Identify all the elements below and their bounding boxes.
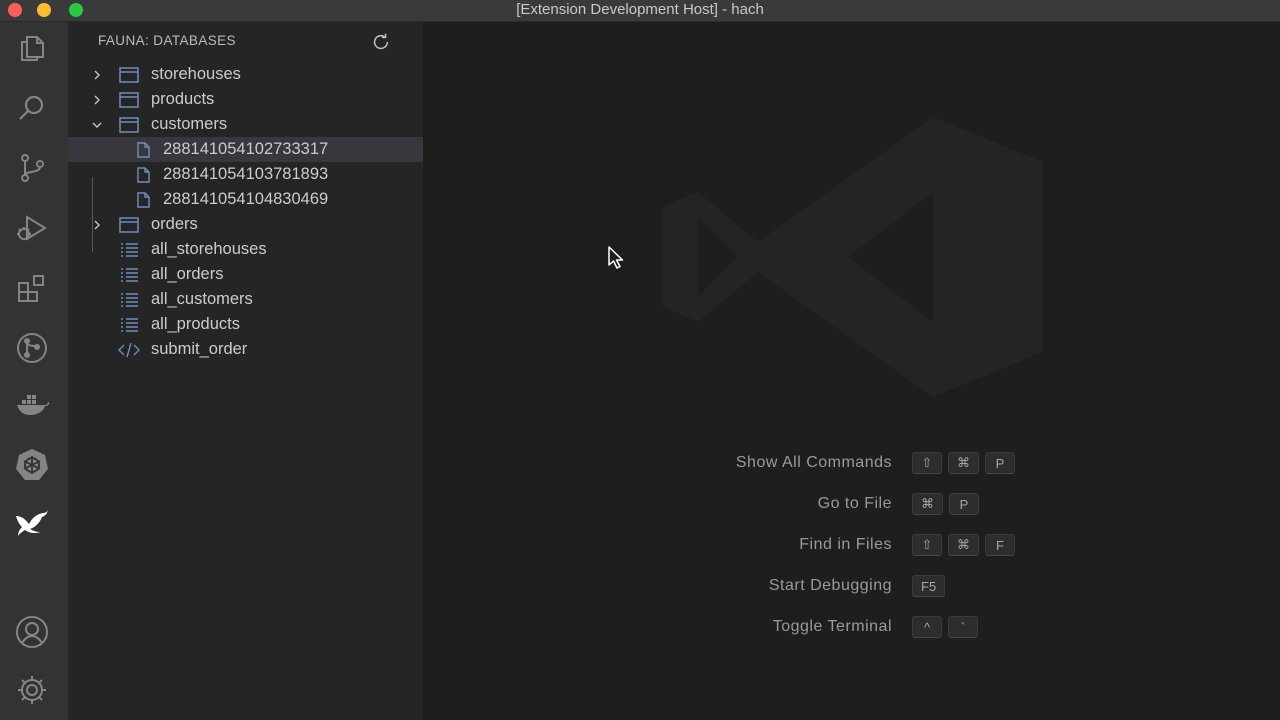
collection-icon [118, 91, 140, 109]
document-icon [132, 166, 154, 184]
sidebar-title: FAUNA: DATABASES [98, 33, 236, 48]
tree-item-document-selected[interactable]: 288141054102733317 [68, 137, 423, 162]
source-control-icon[interactable] [10, 146, 54, 190]
chevron-right-icon [94, 70, 100, 79]
extensions-icon[interactable] [10, 266, 54, 310]
tree-item-label: submit_order [151, 340, 248, 358]
document-icon [132, 141, 154, 159]
key-cap: ` [948, 616, 978, 638]
chevron-down-icon [92, 122, 102, 128]
index-list-icon [118, 266, 140, 284]
vscode-logo-watermark-icon [663, 117, 1043, 397]
tree-item-label: all_products [151, 315, 240, 333]
window-title: [Extension Development Host] - hach [516, 1, 764, 18]
shortcut-label: Toggle Terminal [772, 618, 892, 635]
tree-item-label: all_orders [151, 265, 224, 283]
tree-item-orders[interactable]: orders [68, 212, 423, 237]
shortcut-start-debugging: Start Debugging F5 [423, 575, 1280, 599]
key-cap: ⇧ [912, 452, 942, 474]
shortcut-label: Find in Files [799, 536, 892, 553]
tree-item-index[interactable]: all_orders [68, 262, 423, 287]
tree-item-document[interactable]: 288141054103781893 [68, 162, 423, 187]
explorer-icon[interactable] [10, 26, 54, 70]
key-cap: ⌘ [948, 534, 979, 556]
key-cap: P [949, 493, 979, 515]
vscode-window: [Extension Development Host] - hach FAUN… [0, 0, 1280, 720]
title-bar: [Extension Development Host] - hach [0, 0, 1280, 22]
tree-item-label: storehouses [151, 65, 241, 83]
collection-icon [118, 66, 140, 84]
settings-gear-icon[interactable] [10, 668, 54, 712]
shortcut-label: Show All Commands [735, 454, 892, 471]
tree-item-index[interactable]: all_storehouses [68, 237, 423, 262]
index-list-icon [118, 291, 140, 309]
mouse-pointer-icon [608, 246, 624, 269]
chevron-right-icon [94, 95, 100, 104]
tree-item-label: 288141054102733317 [163, 140, 329, 158]
shortcut-label: Start Debugging [768, 577, 892, 594]
database-tree: storehouses products customers 288141054… [68, 62, 423, 362]
editor-empty-area: Show All Commands ⇧ ⌘ P Go to File ⌘ P F… [423, 22, 1280, 720]
tree-item-label: orders [151, 215, 198, 233]
shortcut-toggle-terminal: Toggle Terminal ^ ` [423, 616, 1280, 640]
key-cap: ⌘ [912, 493, 943, 515]
search-icon[interactable] [10, 86, 54, 130]
key-cap: ⇧ [912, 534, 942, 556]
fauna-sidebar: FAUNA: DATABASES storehouses products cu… [68, 22, 423, 720]
tree-item-document[interactable]: 288141054104830469 [68, 187, 423, 212]
code-function-icon [118, 341, 140, 359]
collection-icon [118, 216, 140, 234]
git-graph-icon[interactable] [10, 326, 54, 370]
tree-item-products[interactable]: products [68, 87, 423, 112]
tree-item-storehouses[interactable]: storehouses [68, 62, 423, 87]
shortcut-go-to-file: Go to File ⌘ P [423, 493, 1280, 517]
activity-bar [0, 22, 68, 720]
shortcut-label: Go to File [817, 495, 892, 512]
chevron-right-icon [94, 220, 100, 229]
refresh-icon[interactable] [369, 30, 393, 54]
tree-item-label: products [151, 90, 215, 108]
key-cap: F [985, 534, 1015, 556]
tree-item-index[interactable]: all_products [68, 312, 423, 337]
shortcut-find-in-files: Find in Files ⇧ ⌘ F [423, 534, 1280, 558]
index-list-icon [118, 241, 140, 259]
key-cap: ^ [912, 616, 942, 638]
key-cap: F5 [912, 575, 946, 597]
fauna-bird-icon[interactable] [10, 500, 54, 544]
tree-item-label: 288141054103781893 [163, 165, 329, 183]
tree-item-label: customers [151, 115, 228, 133]
tree-item-label: 288141054104830469 [163, 190, 329, 208]
key-cap: ⌘ [948, 452, 979, 474]
key-cap: P [985, 452, 1015, 474]
collection-icon [118, 116, 140, 134]
document-icon [132, 191, 154, 209]
tree-item-customers[interactable]: customers [68, 112, 423, 137]
tree-item-label: all_customers [151, 290, 253, 308]
kubernetes-icon[interactable] [10, 442, 54, 486]
docker-icon[interactable] [10, 382, 54, 426]
index-list-icon [118, 316, 140, 334]
tree-item-label: all_storehouses [151, 240, 267, 258]
tree-item-function[interactable]: submit_order [68, 337, 423, 362]
account-icon[interactable] [10, 610, 54, 654]
tree-item-index[interactable]: all_customers [68, 287, 423, 312]
run-debug-icon[interactable] [10, 206, 54, 250]
shortcut-show-all-commands: Show All Commands ⇧ ⌘ P [423, 452, 1280, 476]
